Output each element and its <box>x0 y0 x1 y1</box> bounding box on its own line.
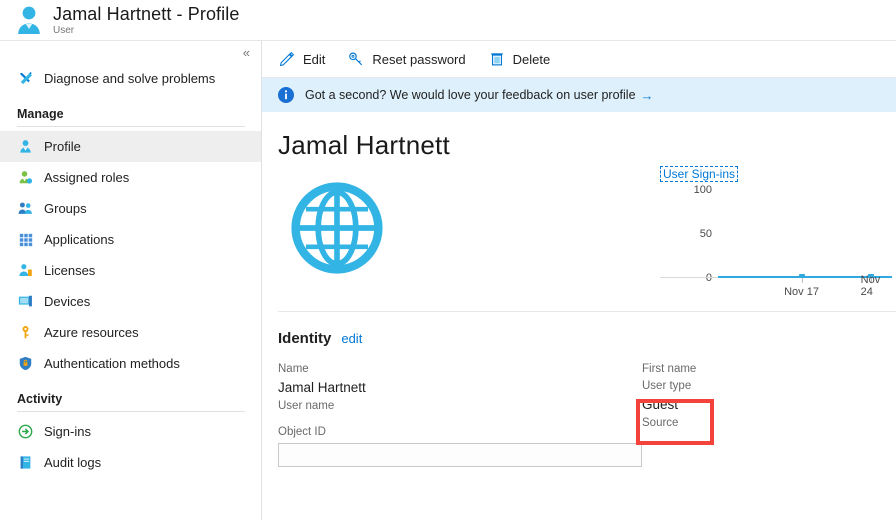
field-value-user-type: Guest <box>642 395 896 415</box>
book-icon <box>17 454 34 471</box>
sidebar-item-audit-logs[interactable]: Audit logs <box>0 447 261 478</box>
user-name-heading: Jamal Hartnett <box>262 112 896 161</box>
sidebar-item-groups[interactable]: Groups <box>0 193 261 224</box>
header-subtitle: User <box>53 25 239 37</box>
edit-button[interactable]: Edit <box>278 41 325 78</box>
identity-section: Identity edit Name Jamal Hartnett User n… <box>262 312 896 467</box>
sidebar-item-label: Authentication methods <box>44 356 180 371</box>
sidebar-divider <box>17 411 245 412</box>
grid-icon <box>17 231 34 248</box>
globe-icon <box>290 181 384 309</box>
person-icon <box>14 4 44 36</box>
page-header: Jamal Hartnett - Profile User <box>0 0 896 41</box>
sidebar-item-assigned-roles[interactable]: Assigned roles <box>0 162 261 193</box>
sidebar-item-devices[interactable]: Devices <box>0 286 261 317</box>
command-toolbar: Edit Reset password <box>262 41 896 78</box>
wrench-screwdriver-icon <box>17 70 34 87</box>
page-title: Jamal Hartnett - Profile <box>53 4 239 24</box>
sidebar-item-label: Licenses <box>44 263 95 278</box>
sidebar-item-label: Azure resources <box>44 325 139 340</box>
reset-password-button[interactable]: Reset password <box>347 41 465 78</box>
shield-lock-icon <box>17 355 34 372</box>
chart-plot-area: 100 50 0 Nov 17 Nov 24 <box>718 190 892 278</box>
edit-button-label: Edit <box>303 52 325 67</box>
field-label-name: Name <box>278 361 642 378</box>
sidebar-item-label: Sign-ins <box>44 424 91 439</box>
monitor-icon <box>17 293 34 310</box>
person-badge-icon <box>17 169 34 186</box>
info-icon <box>278 87 294 103</box>
user-profile-page: Jamal Hartnett - Profile User « Diagnose… <box>0 0 896 520</box>
x-tick-label: Nov 24 <box>861 274 882 298</box>
sidebar-item-label: Groups <box>44 201 87 216</box>
trash-icon <box>488 50 506 68</box>
sidebar-collapse-button[interactable]: « <box>243 46 249 59</box>
sidebar-item-profile[interactable]: Profile <box>0 131 261 162</box>
delete-button[interactable]: Delete <box>488 41 551 78</box>
y-tick-label: 50 <box>700 228 712 240</box>
key-icon <box>347 50 365 68</box>
identity-edit-link[interactable]: edit <box>341 331 362 346</box>
delete-button-label: Delete <box>513 52 551 67</box>
key-icon <box>17 324 34 341</box>
sign-in-arrow-icon <box>17 423 34 440</box>
sidebar-item-sign-ins[interactable]: Sign-ins <box>0 416 261 447</box>
sidebar-item-label: Diagnose and solve problems <box>44 71 215 86</box>
x-tick-label: Nov 17 <box>784 286 819 298</box>
sidebar-item-label: Devices <box>44 294 90 309</box>
sidebar-item-authentication-methods[interactable]: Authentication methods <box>0 348 261 379</box>
object-id-input[interactable] <box>278 443 642 467</box>
field-label-first-name: First name <box>642 361 896 378</box>
y-tick-label: 0 <box>706 272 712 284</box>
field-value-name: Jamal Hartnett <box>278 378 642 398</box>
chart-title[interactable]: User Sign-ins <box>660 166 738 182</box>
person-icon <box>17 138 34 155</box>
arrow-right-icon: → <box>641 88 654 103</box>
field-label-user-type: User type <box>642 378 896 395</box>
identity-left-column: Name Jamal Hartnett User name Object ID <box>278 361 642 467</box>
sidebar-group-activity-title: Activity <box>0 392 261 411</box>
sidebar-group-manage-title: Manage <box>0 107 261 126</box>
sidebar-item-label: Applications <box>44 232 114 247</box>
sidebar-item-applications[interactable]: Applications <box>0 224 261 255</box>
feedback-banner-text: Got a second? We would love your feedbac… <box>305 88 636 102</box>
reset-password-button-label: Reset password <box>372 52 465 67</box>
user-sign-ins-chart: User Sign-ins 100 50 0 Nov 17 <box>660 165 892 300</box>
x-tick <box>802 278 803 283</box>
sidebar-item-label: Profile <box>44 139 81 154</box>
sidebar: « Diagnose and solve problems Manage <box>0 41 262 520</box>
y-tick-label: 100 <box>694 184 712 196</box>
sidebar-item-azure-resources[interactable]: Azure resources <box>0 317 261 348</box>
profile-summary: User Sign-ins 100 50 0 Nov 17 <box>262 161 896 309</box>
field-label-object-id: Object ID <box>278 424 642 441</box>
pencil-icon <box>278 50 296 68</box>
identity-right-column: First name User type Guest Source <box>642 361 896 467</box>
sidebar-item-label: Assigned roles <box>44 170 129 185</box>
field-label-source: Source <box>642 415 896 432</box>
sidebar-item-label: Audit logs <box>44 455 101 470</box>
data-point <box>799 274 805 277</box>
people-icon <box>17 200 34 217</box>
user-avatar <box>262 177 412 309</box>
header-text-block: Jamal Hartnett - Profile User <box>53 4 239 37</box>
identity-heading: Identity <box>278 330 331 347</box>
sidebar-item-diagnose[interactable]: Diagnose and solve problems <box>0 63 261 94</box>
feedback-banner[interactable]: Got a second? We would love your feedbac… <box>262 78 896 112</box>
license-person-icon <box>17 262 34 279</box>
sidebar-divider <box>17 126 245 127</box>
main-content: Edit Reset password <box>262 41 896 520</box>
field-label-user-name: User name <box>278 398 642 415</box>
sidebar-item-licenses[interactable]: Licenses <box>0 255 261 286</box>
